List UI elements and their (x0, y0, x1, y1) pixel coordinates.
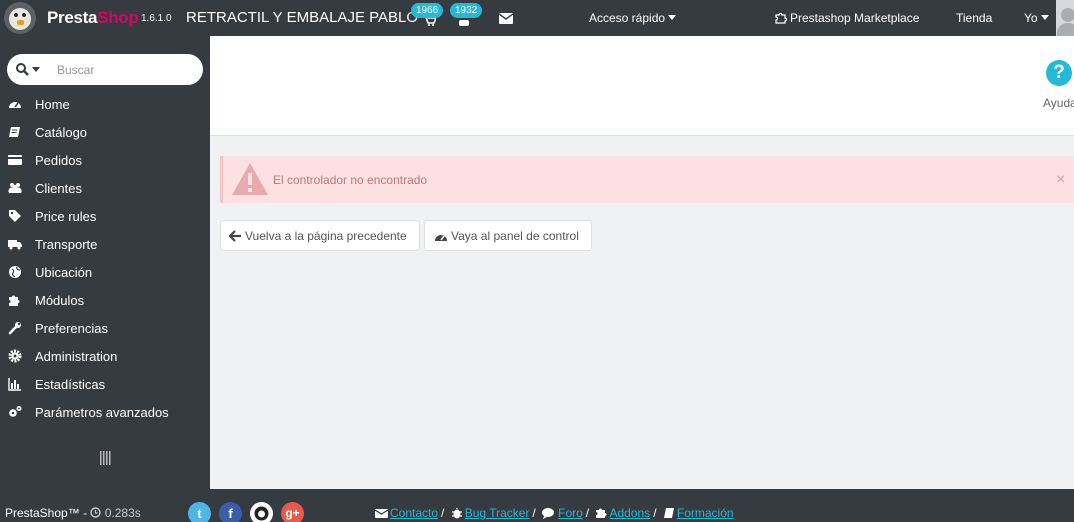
dashboard-button[interactable]: Vaya al panel de control (424, 220, 592, 251)
wrench-icon (8, 322, 21, 335)
sidebar-item-orders[interactable]: Pedidos (0, 146, 210, 174)
tags-icon (9, 210, 21, 222)
sidebar-item-preferences[interactable]: Preferencias (0, 314, 210, 342)
clock-icon (90, 507, 102, 518)
training-link[interactable]: Formación (677, 506, 734, 520)
bug-icon (451, 508, 462, 519)
sidebar-item-label: Módulos (35, 293, 85, 308)
chevron-down-icon[interactable] (32, 67, 40, 72)
prestashop-logo[interactable] (4, 2, 36, 34)
footer-separator: - (83, 506, 88, 520)
help-label[interactable]: Ayuda (1043, 96, 1074, 110)
search-input[interactable] (57, 61, 195, 79)
sidebar-item-shipping[interactable]: Transporte (0, 230, 210, 258)
dashboard-button-label: Vaya al panel de control (451, 229, 579, 243)
load-time: 0.283s (104, 506, 141, 520)
footer: PrestaShop™ - 0.283s t f g+ Contacto / Bu… (0, 489, 1074, 522)
sidebar-item-home[interactable]: Home (0, 90, 210, 118)
contact-link[interactable]: Contacto (390, 506, 438, 520)
forum-link[interactable]: Foro (558, 506, 583, 520)
messages-notification[interactable] (494, 6, 522, 32)
help-icon[interactable]: ? (1046, 60, 1072, 86)
facebook-icon[interactable]: f (219, 502, 242, 522)
close-icon[interactable]: × (1056, 171, 1065, 189)
credit-card-icon (8, 155, 22, 165)
search-box (7, 54, 203, 85)
puzzle-icon (596, 508, 607, 518)
orders-notification[interactable]: 1966 (411, 3, 444, 32)
back-button-label: Vuelva a la página precedente (245, 229, 407, 243)
sidebar-item-stats[interactable]: Estadísticas (0, 370, 210, 398)
marketplace-link[interactable]: Prestashop Marketplace (775, 11, 919, 25)
sidebar-item-label: Clientes (35, 181, 82, 196)
sidebar-item-advanced-parameters[interactable]: Parámetros avanzados (0, 398, 210, 426)
twitter-icon[interactable]: t (188, 502, 211, 522)
gear-icon (8, 349, 22, 363)
arrow-left-icon (229, 230, 241, 242)
version-label: 1.6.1.0 (141, 13, 172, 24)
customers-badge: 1932 (450, 3, 483, 18)
sidebar-item-catalog[interactable]: Catálogo (0, 118, 210, 146)
sidebar-item-label: Home (35, 97, 70, 112)
envelope-icon (374, 509, 389, 518)
book-icon (9, 127, 20, 137)
sidebar-item-label: Price rules (35, 209, 97, 224)
dashboard-icon (9, 102, 21, 108)
search-icon[interactable] (16, 63, 29, 76)
truck-icon (8, 240, 22, 250)
sidebar-item-administration[interactable]: Administration (0, 342, 210, 370)
error-alert: El controlador no encontrado × (220, 156, 1074, 203)
sidebar-item-label: Estadísticas (35, 377, 106, 392)
footer-copyright: PrestaShop™ - 0.283s (5, 506, 141, 520)
chevron-down-icon (668, 15, 677, 20)
alert-message: El controlador no encontrado (273, 173, 428, 187)
dashboard-icon (435, 235, 447, 241)
warning-icon (232, 163, 268, 195)
comments-icon (542, 508, 555, 519)
sidebar-item-label: Catálogo (35, 125, 88, 140)
puzzle-icon (9, 295, 20, 306)
sidebar-item-localization[interactable]: Ubicación (0, 258, 210, 286)
sidebar-item-label: Parámetros avanzados (35, 405, 169, 420)
envelope-icon (499, 13, 513, 24)
bar-chart-icon (8, 378, 21, 391)
main-menu: Home Catálogo Pedidos Clientes Price rul… (0, 90, 210, 426)
shop-name: RETRACTIL Y EMBALAJE PABLO (186, 9, 419, 26)
orders-badge: 1966 (411, 3, 444, 18)
footer-links: Contacto / Bug Tracker / Foro / Addons / For… (374, 506, 734, 520)
puzzle-icon (775, 12, 788, 24)
sidebar-item-label: Ubicación (35, 265, 93, 280)
bug-tracker-link[interactable]: Bug Tracker (465, 506, 530, 520)
sidebar-item-label: Pedidos (35, 153, 82, 168)
sidebar-item-customers[interactable]: Clientes (0, 174, 210, 202)
github-icon[interactable] (250, 502, 273, 522)
sidebar-item-label: Preferencias (35, 321, 108, 336)
chevron-down-icon (1040, 15, 1049, 20)
book-icon (663, 508, 674, 518)
users-icon (8, 183, 22, 193)
gears-icon (9, 406, 22, 417)
google-plus-icon[interactable]: g+ (281, 502, 304, 522)
store-link[interactable]: Tienda (956, 11, 992, 25)
sidebar-item-price-rules[interactable]: Price rules (0, 202, 210, 230)
user-menu[interactable]: Yo (1024, 11, 1049, 25)
collapse-menu-icon[interactable] (100, 451, 112, 465)
footer-brand: PrestaShop™ (5, 506, 80, 520)
back-button[interactable]: Vuelva a la página precedente (220, 220, 420, 251)
globe-icon (9, 266, 21, 278)
page-toolbar: ? Ayuda (210, 36, 1074, 136)
avatar[interactable] (1056, 0, 1074, 36)
brand-name[interactable]: PrestaShop (47, 8, 139, 28)
top-header: PrestaShop 1.6.1.0 RETRACTIL Y EMBALAJE … (0, 0, 1074, 36)
quick-access-menu[interactable]: Acceso rápido (589, 11, 677, 25)
sidebar-item-label: Administration (35, 349, 118, 364)
addons-link[interactable]: Addons (609, 506, 650, 520)
sidebar: Home Catálogo Pedidos Clientes Price rul… (0, 36, 210, 489)
sidebar-item-label: Transporte (35, 237, 98, 252)
sidebar-item-modules[interactable]: Módulos (0, 286, 210, 314)
customers-notification[interactable]: 1932 (450, 3, 483, 32)
